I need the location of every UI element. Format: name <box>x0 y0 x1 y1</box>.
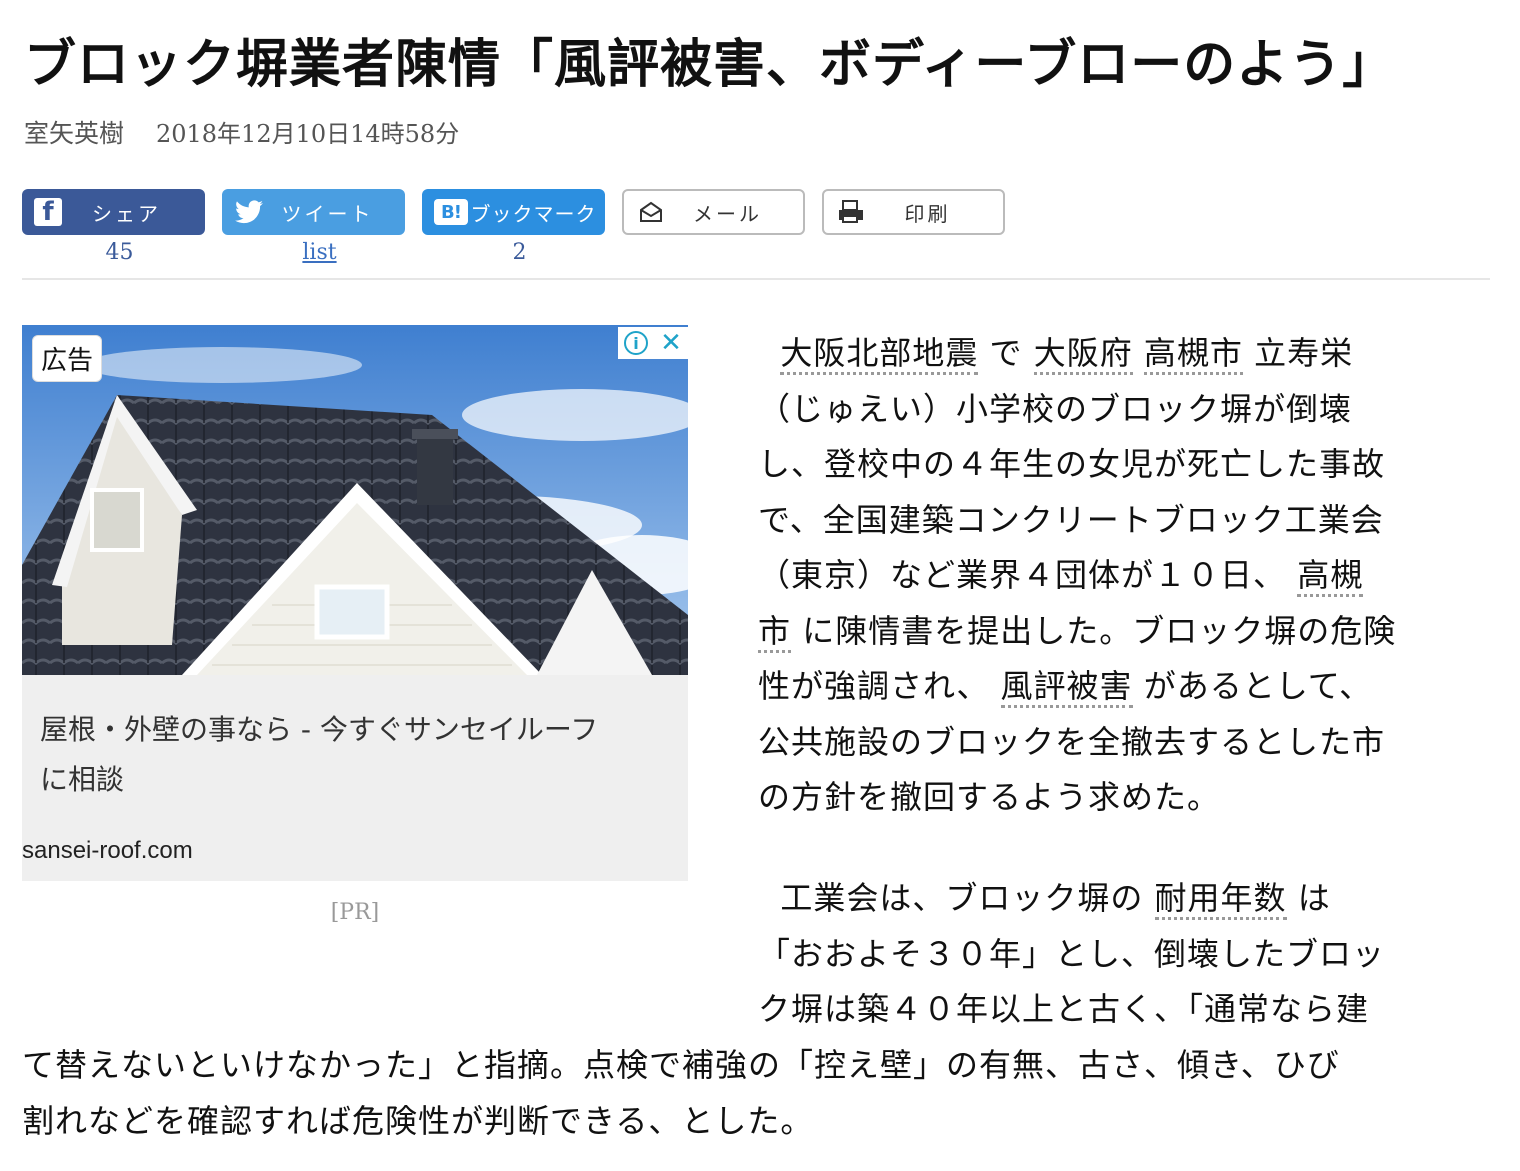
adchoices[interactable]: i ✕ <box>618 327 688 359</box>
p1-line: 大阪北部地震 で 大阪府 高槻市 立寿栄 <box>758 326 1396 382</box>
p2-line: て替えないといけなかった」と指摘。点検で補強の「控え壁」の有無、古さ、傾き、ひび <box>22 1046 1340 1084</box>
ad-headline-line1: 屋根・外壁の事なら - 今すぐサンセイルーフ <box>40 713 599 746</box>
keyword-link[interactable]: 大阪北部地震 <box>780 334 979 375</box>
keyword-link[interactable]: 耐用年数 <box>1154 879 1287 920</box>
p2-line: 「おおよそ３０年」とし、倒壊したブロッ <box>758 934 1386 973</box>
keyword-link[interactable]: 大阪府 <box>1033 334 1133 375</box>
print-button[interactable]: 印刷 <box>822 189 1005 235</box>
ad-badge: 広告 <box>32 335 103 382</box>
facebook-share-label: シェア <box>92 201 161 226</box>
hatena-bookmark-button[interactable]: B! ブックマーク <box>422 189 605 235</box>
p1-line: 市 に陳情書を提出した。ブロック塀の危険 <box>758 604 1396 660</box>
twitter-list-link[interactable]: list <box>228 240 411 265</box>
mail-button[interactable]: メール <box>622 189 805 235</box>
twitter-tweet-button[interactable]: ツイート <box>222 189 405 235</box>
p2-line: ク塀は築４０年以上と古く、「通常なら建 <box>758 990 1370 1028</box>
article-paragraph-1: 大阪北部地震 で 大阪府 高槻市 立寿栄 （じゅえい）小学校のブロック塀が倒壊 … <box>758 326 1396 826</box>
keyword-link[interactable]: 高槻市 <box>1143 334 1243 375</box>
text: は <box>1297 879 1331 917</box>
divider <box>22 278 1490 280</box>
author-name: 室矢英樹 <box>24 119 125 148</box>
byline: 室矢英樹 2018年12月10日14時58分 <box>24 114 459 150</box>
text: で <box>989 334 1023 372</box>
facebook-share-count: 45 <box>105 240 134 265</box>
text: （東京）など業界４団体が１０日、 <box>758 556 1287 594</box>
p2-line: 工業会は、ブロック塀の 耐用年数 は <box>758 871 1385 927</box>
text: 立寿栄 <box>1254 334 1354 372</box>
article-paragraph-2: 工業会は、ブロック塀の 耐用年数 は 「おおよそ３０年」とし、倒壊したブロッ ク… <box>758 871 1385 1038</box>
pr-label: [PR] <box>330 900 380 925</box>
article-title: ブロック塀業者陳情「風評被害、ボディーブローのよう」 <box>24 34 1396 95</box>
keyword-link[interactable]: 風評被害 <box>1000 667 1133 708</box>
ad-image-house-roof[interactable] <box>22 325 688 675</box>
mail-icon <box>636 197 666 227</box>
twitter-tweet-label: ツイート <box>281 201 374 226</box>
p1-line: で、全国建築コンクリートブロック工業会 <box>758 500 1384 539</box>
ad-headline-line2: に相談 <box>40 763 125 796</box>
publish-date: 2018年12月10日14時58分 <box>155 120 460 148</box>
hatena-bookmark-label: ブックマーク <box>470 201 597 226</box>
twitter-icon <box>234 197 264 227</box>
print-icon <box>836 197 866 227</box>
keyword-link[interactable]: 高槻 <box>1297 556 1364 597</box>
keyword-link[interactable]: 市 <box>758 611 792 653</box>
close-icon[interactable]: ✕ <box>660 328 682 358</box>
facebook-share-button[interactable]: f シェア <box>22 189 205 235</box>
info-icon[interactable]: i <box>624 331 649 355</box>
mail-label: メール <box>693 201 762 226</box>
hatena-bookmark-count: 2 <box>512 240 527 265</box>
p1-line: し、登校中の４年生の女児が死亡した事故 <box>758 445 1386 483</box>
p1-line: 公共施設のブロックを全撤去するとした市 <box>758 722 1386 761</box>
text: 工業会は、ブロック塀の <box>780 879 1144 917</box>
ad-block[interactable]: 広告 i ✕ 屋根・外壁の事なら - 今すぐサンセイルーフ に相談 sansei… <box>22 325 688 881</box>
p1-line: （東京）など業界４団体が１０日、 高槻 <box>758 548 1396 604</box>
print-label: 印刷 <box>904 201 951 226</box>
hatena-bookmark-icon: B! <box>434 199 468 225</box>
article-paragraph-2-cont: て替えないといけなかった」と指摘。点検で補強の「控え壁」の有無、古さ、傾き、ひび… <box>22 1038 1340 1149</box>
text: に陳情書を提出した。ブロック塀の危険 <box>802 611 1397 650</box>
p1-line: の方針を撤回するよう求めた。 <box>758 778 1221 816</box>
p1-line: 性が強調され、 風評被害 があるとして、 <box>758 659 1396 715</box>
facebook-icon: f <box>34 197 62 227</box>
p2-line: 割れなどを確認すれば危険性が判断できる、とした。 <box>22 1101 814 1140</box>
text: 性が強調され、 <box>758 667 990 705</box>
ad-headline[interactable]: 屋根・外壁の事なら - 今すぐサンセイルーフ に相談 <box>40 705 670 805</box>
ad-domain[interactable]: sansei-roof.com <box>22 837 193 865</box>
p1-line: （じゅえい）小学校のブロック塀が倒壊 <box>758 389 1353 428</box>
text: があるとして、 <box>1143 667 1373 705</box>
